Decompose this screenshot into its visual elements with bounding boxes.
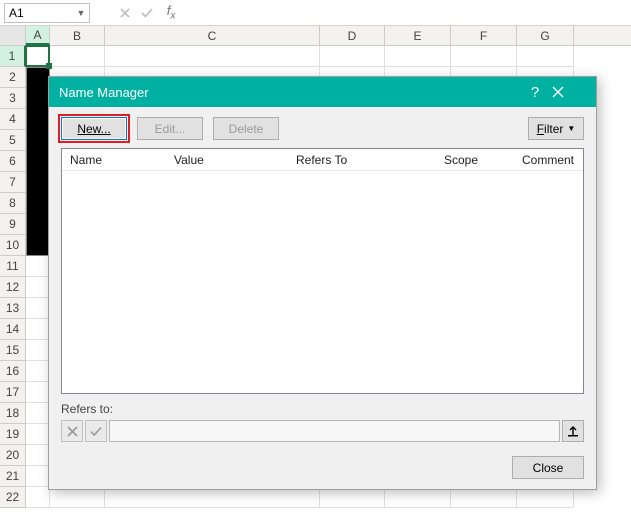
column-header-A[interactable]: A <box>26 26 50 45</box>
cell[interactable] <box>26 445 50 466</box>
cell[interactable] <box>320 487 385 508</box>
edit-button: Edit... <box>137 117 203 140</box>
row-header-5[interactable]: 5 <box>0 130 26 151</box>
row-header-21[interactable]: 21 <box>0 466 26 487</box>
column-header-B[interactable]: B <box>50 26 105 45</box>
fx-icon[interactable]: fx <box>158 3 180 23</box>
col-name[interactable]: Name <box>70 153 174 167</box>
column-header-G[interactable]: G <box>517 26 574 45</box>
name-box[interactable]: A1 ▼ <box>4 3 90 23</box>
cell[interactable] <box>26 361 50 382</box>
row-header-15[interactable]: 15 <box>0 340 26 361</box>
delete-button: Delete <box>213 117 279 140</box>
cell[interactable] <box>26 466 50 487</box>
refers-to-label: Refers to: <box>49 394 596 420</box>
row-header-3[interactable]: 3 <box>0 88 26 109</box>
row-header-13[interactable]: 13 <box>0 298 26 319</box>
cell[interactable] <box>451 46 517 67</box>
cell[interactable] <box>26 487 50 508</box>
cell[interactable] <box>50 46 105 67</box>
chevron-down-icon: ▼ <box>567 124 575 133</box>
row-header-10[interactable]: 10 <box>0 235 26 256</box>
row-header-20[interactable]: 20 <box>0 445 26 466</box>
cell[interactable] <box>50 487 105 508</box>
row-header-2[interactable]: 2 <box>0 67 26 88</box>
cell[interactable] <box>385 487 451 508</box>
refers-confirm-icon <box>85 420 107 442</box>
column-header-D[interactable]: D <box>320 26 385 45</box>
confirm-formula-icon <box>136 3 158 23</box>
close-button[interactable]: Close <box>512 456 584 479</box>
names-list-body <box>62 171 583 393</box>
name-box-value: A1 <box>9 6 24 20</box>
row-header-17[interactable]: 17 <box>0 382 26 403</box>
row-header-19[interactable]: 19 <box>0 424 26 445</box>
column-headers: ABCDEFG <box>0 26 631 46</box>
close-button-label: Close <box>533 461 564 475</box>
col-value[interactable]: Value <box>174 153 296 167</box>
row-header-7[interactable]: 7 <box>0 172 26 193</box>
cell[interactable] <box>26 382 50 403</box>
dialog-footer: Close <box>49 450 596 489</box>
row-header-1[interactable]: 1 <box>0 46 26 67</box>
row-header-18[interactable]: 18 <box>0 403 26 424</box>
row-header-12[interactable]: 12 <box>0 277 26 298</box>
column-header-F[interactable]: F <box>451 26 517 45</box>
col-scope[interactable]: Scope <box>444 153 522 167</box>
dialog-titlebar[interactable]: Name Manager ? <box>49 77 596 107</box>
cell[interactable] <box>26 424 50 445</box>
cell[interactable] <box>26 298 50 319</box>
refers-to-input[interactable] <box>109 420 560 442</box>
row-header-4[interactable]: 4 <box>0 109 26 130</box>
column-header-C[interactable]: C <box>105 26 320 45</box>
cell[interactable] <box>105 487 320 508</box>
row-header-9[interactable]: 9 <box>0 214 26 235</box>
row-header-14[interactable]: 14 <box>0 319 26 340</box>
refers-cancel-icon <box>61 420 83 442</box>
cell[interactable] <box>105 46 320 67</box>
name-box-dropdown-icon[interactable]: ▼ <box>73 4 89 22</box>
row-header-11[interactable]: 11 <box>0 256 26 277</box>
new-button-label: New... <box>77 122 110 136</box>
dialog-toolbar: New... Edit... Delete Filter ▼ <box>49 107 596 148</box>
fill-handle[interactable] <box>46 63 52 69</box>
refers-to-controls <box>49 420 596 450</box>
cell[interactable] <box>26 256 50 277</box>
help-button[interactable]: ? <box>518 84 552 101</box>
select-all-corner[interactable] <box>0 26 26 45</box>
formula-bar: A1 ▼ fx <box>0 0 631 26</box>
col-comment[interactable]: Comment <box>522 153 575 167</box>
cell[interactable] <box>26 319 50 340</box>
row-header-16[interactable]: 16 <box>0 361 26 382</box>
dark-cell-block <box>26 67 50 256</box>
row-header-22[interactable]: 22 <box>0 487 26 508</box>
cell[interactable] <box>517 487 574 508</box>
filter-button[interactable]: Filter ▼ <box>528 117 584 140</box>
edit-button-label: Edit... <box>155 122 186 136</box>
new-button[interactable]: New... <box>61 117 127 140</box>
dialog-title: Name Manager <box>59 85 149 100</box>
names-list-headers: Name Value Refers To Scope Comment <box>62 149 583 171</box>
cell[interactable] <box>26 403 50 424</box>
cell[interactable] <box>517 46 574 67</box>
col-refers[interactable]: Refers To <box>296 153 444 167</box>
filter-button-label: ilter <box>544 122 563 136</box>
name-manager-dialog: Name Manager ? New... Edit... Delete Fil… <box>48 76 597 490</box>
row-header-6[interactable]: 6 <box>0 151 26 172</box>
row-header-8[interactable]: 8 <box>0 193 26 214</box>
cancel-formula-icon <box>114 3 136 23</box>
cell[interactable] <box>26 277 50 298</box>
delete-button-label: Delete <box>229 122 264 136</box>
close-icon[interactable] <box>552 86 586 98</box>
cell[interactable] <box>385 46 451 67</box>
cell[interactable] <box>320 46 385 67</box>
names-list[interactable]: Name Value Refers To Scope Comment <box>61 148 584 394</box>
column-header-E[interactable]: E <box>385 26 451 45</box>
row-headers: 12345678910111213141516171819202122 <box>0 46 26 508</box>
cell[interactable] <box>451 487 517 508</box>
collapse-dialog-icon[interactable] <box>562 420 584 442</box>
cell[interactable] <box>26 340 50 361</box>
